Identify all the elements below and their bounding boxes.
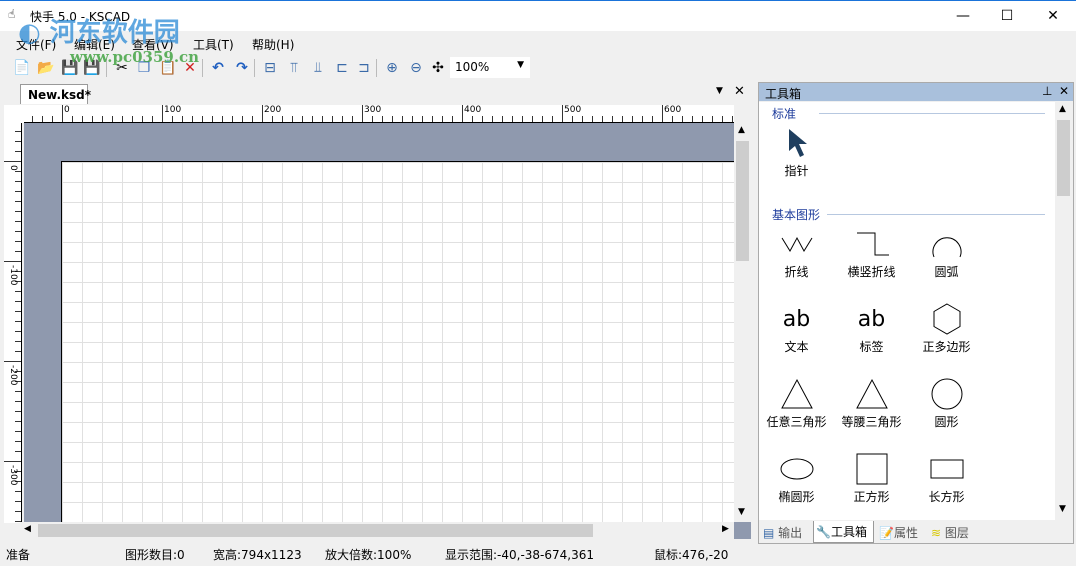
pin-icon[interactable]: ⊥ [1042,84,1052,98]
square-icon [834,450,909,488]
maximize-button[interactable]: ☐ [984,1,1030,31]
tool-text[interactable]: ab 文本 [759,300,834,355]
pointer-icon [759,124,834,162]
watermark-logo: ◐ 河东软件园 [18,18,180,48]
toolbox-panel: 工具箱 ⊥ ✕ 标准 指针 基本图形 折线 横竖折线 圆弧 ab 文本 ab 标签 正多边形任… [758,82,1074,544]
ruler-label: 0 [8,165,18,171]
status-size: 宽高:794x1123 [213,548,302,562]
fit-icon[interactable]: ✣ [428,58,448,78]
ruler-label: 500 [564,105,582,115]
tool-label[interactable]: ab 标签 [834,300,909,355]
watermark-url: www.pc0359.cn [70,48,200,66]
tab-properties[interactable]: 📝属性 [879,524,918,541]
ruler-label: 600 [664,105,682,115]
horizontal-scrollbar[interactable]: ◀ ▶ [20,522,734,539]
align-center-icon[interactable]: ⊟ [260,58,280,78]
polygon-icon [909,300,984,338]
tab-list-icon[interactable]: ▼ [716,86,723,96]
ruler-label: 400 [464,105,482,115]
undo-icon[interactable]: ↶ [208,58,228,78]
status-ready: 准备 [6,548,31,562]
close-button[interactable]: ✕ [1030,1,1076,31]
horizontal-ruler: 0 100 200 300 400 500 600 [24,105,734,123]
toolbox-title: 工具箱 [765,87,802,101]
chevron-down-icon: ▼ [517,60,524,70]
tool-arc[interactable]: 圆弧 [909,225,984,280]
minimize-button[interactable]: — [940,1,986,31]
panel-tabs: ▤ 输出 🔧工具箱 📝属性 ≋ 图层 [759,521,1073,543]
status-mouse: 鼠标:476,-20 [654,548,729,562]
section-basic-shapes: 基本图形 [772,208,821,222]
zoom-value: 100% [455,60,490,74]
toolbox-header: 工具箱 ⊥ ✕ [759,83,1073,101]
rectangle-icon [909,450,984,488]
redo-icon[interactable]: ↷ [232,58,252,78]
status-range: 显示范围:-40,-38-674,361 [445,548,595,562]
zoom-in-icon[interactable]: ⊕ [382,58,402,78]
align-bottom-icon[interactable]: ⫫ [308,58,328,78]
ruler-label: 200 [264,105,282,115]
label-icon: ab [857,306,886,332]
menu-help[interactable]: 帮助(H) [252,36,294,53]
align-top-icon[interactable]: ⫪ [284,58,304,78]
app-hand-icon: ☝ [8,7,16,21]
open-icon[interactable]: 📂 [36,58,56,78]
ruler-label: -300 [8,465,18,486]
ruler-label: -100 [8,265,18,286]
vertical-ruler: 0 -100 -200 -300 [4,123,22,523]
tool-ellipse[interactable]: 椭圆形 [759,450,834,505]
status-zoom: 放大倍数:100% [325,548,412,562]
tool-pointer[interactable]: 指针 [759,124,834,179]
tool-polyline[interactable]: 折线 [759,225,834,280]
canvas[interactable] [24,123,734,522]
ellipse-icon [759,450,834,488]
ruler-corner [4,105,24,123]
vertical-scrollbar[interactable]: ▲ ▼ [734,123,751,522]
tab-output[interactable]: ▤ 输出 [763,524,802,541]
tool-square[interactable]: 正方形 [834,450,909,505]
triangle-icon [759,375,834,413]
menu-tools[interactable]: 工具(T) [193,36,234,53]
circle-icon [909,375,984,413]
status-count: 图形数目:0 [125,548,185,562]
ruler-label: 300 [364,105,382,115]
ruler-label: -200 [8,365,18,386]
tab-toolbox[interactable]: 🔧工具箱 [813,521,874,543]
close-panel-icon[interactable]: ✕ [1059,84,1069,98]
isosceles-triangle-icon [834,375,909,413]
zoom-select[interactable]: 100% ▼ [450,57,530,78]
drawing-page[interactable] [61,161,734,522]
tool-rectangle[interactable]: 长方形 [909,450,984,505]
toolbox-scrollbar[interactable]: ▲ ▼ [1055,102,1072,520]
zoom-out-icon[interactable]: ⊖ [406,58,426,78]
tab-document[interactable]: New.ksd* [20,84,91,104]
align-left-icon[interactable]: ⊏ [332,58,352,78]
ortho-polyline-icon [834,225,909,263]
tool-triangle[interactable]: 任意三角形 [759,375,834,430]
new-icon[interactable]: 📄 [12,58,32,78]
toolbox-body: 标准 指针 基本图形 折线 横竖折线 圆弧 ab 文本 ab 标签 正多边形任意三角形 等腰三角… [759,102,1055,520]
arc-icon [909,225,984,263]
polyline-icon [759,225,834,263]
tool-isosceles-triangle[interactable]: 等腰三角形 [834,375,909,430]
ruler-label: 100 [164,105,182,115]
tool-circle[interactable]: 圆形 [909,375,984,430]
status-bar: 准备 图形数目:0 宽高:794x1123 放大倍数:100% 显示范围:-40… [0,544,1076,566]
align-right-icon[interactable]: ⊐ [354,58,374,78]
tab-layers[interactable]: ≋ 图层 [931,524,969,541]
text-icon: ab [782,306,811,332]
section-standard: 标准 [772,107,797,121]
ruler-label: 0 [64,105,70,115]
tool-ortho-polyline[interactable]: 横竖折线 [834,225,909,280]
tool-polygon[interactable]: 正多边形 [909,300,984,355]
close-document-icon[interactable]: ✕ [734,84,745,99]
